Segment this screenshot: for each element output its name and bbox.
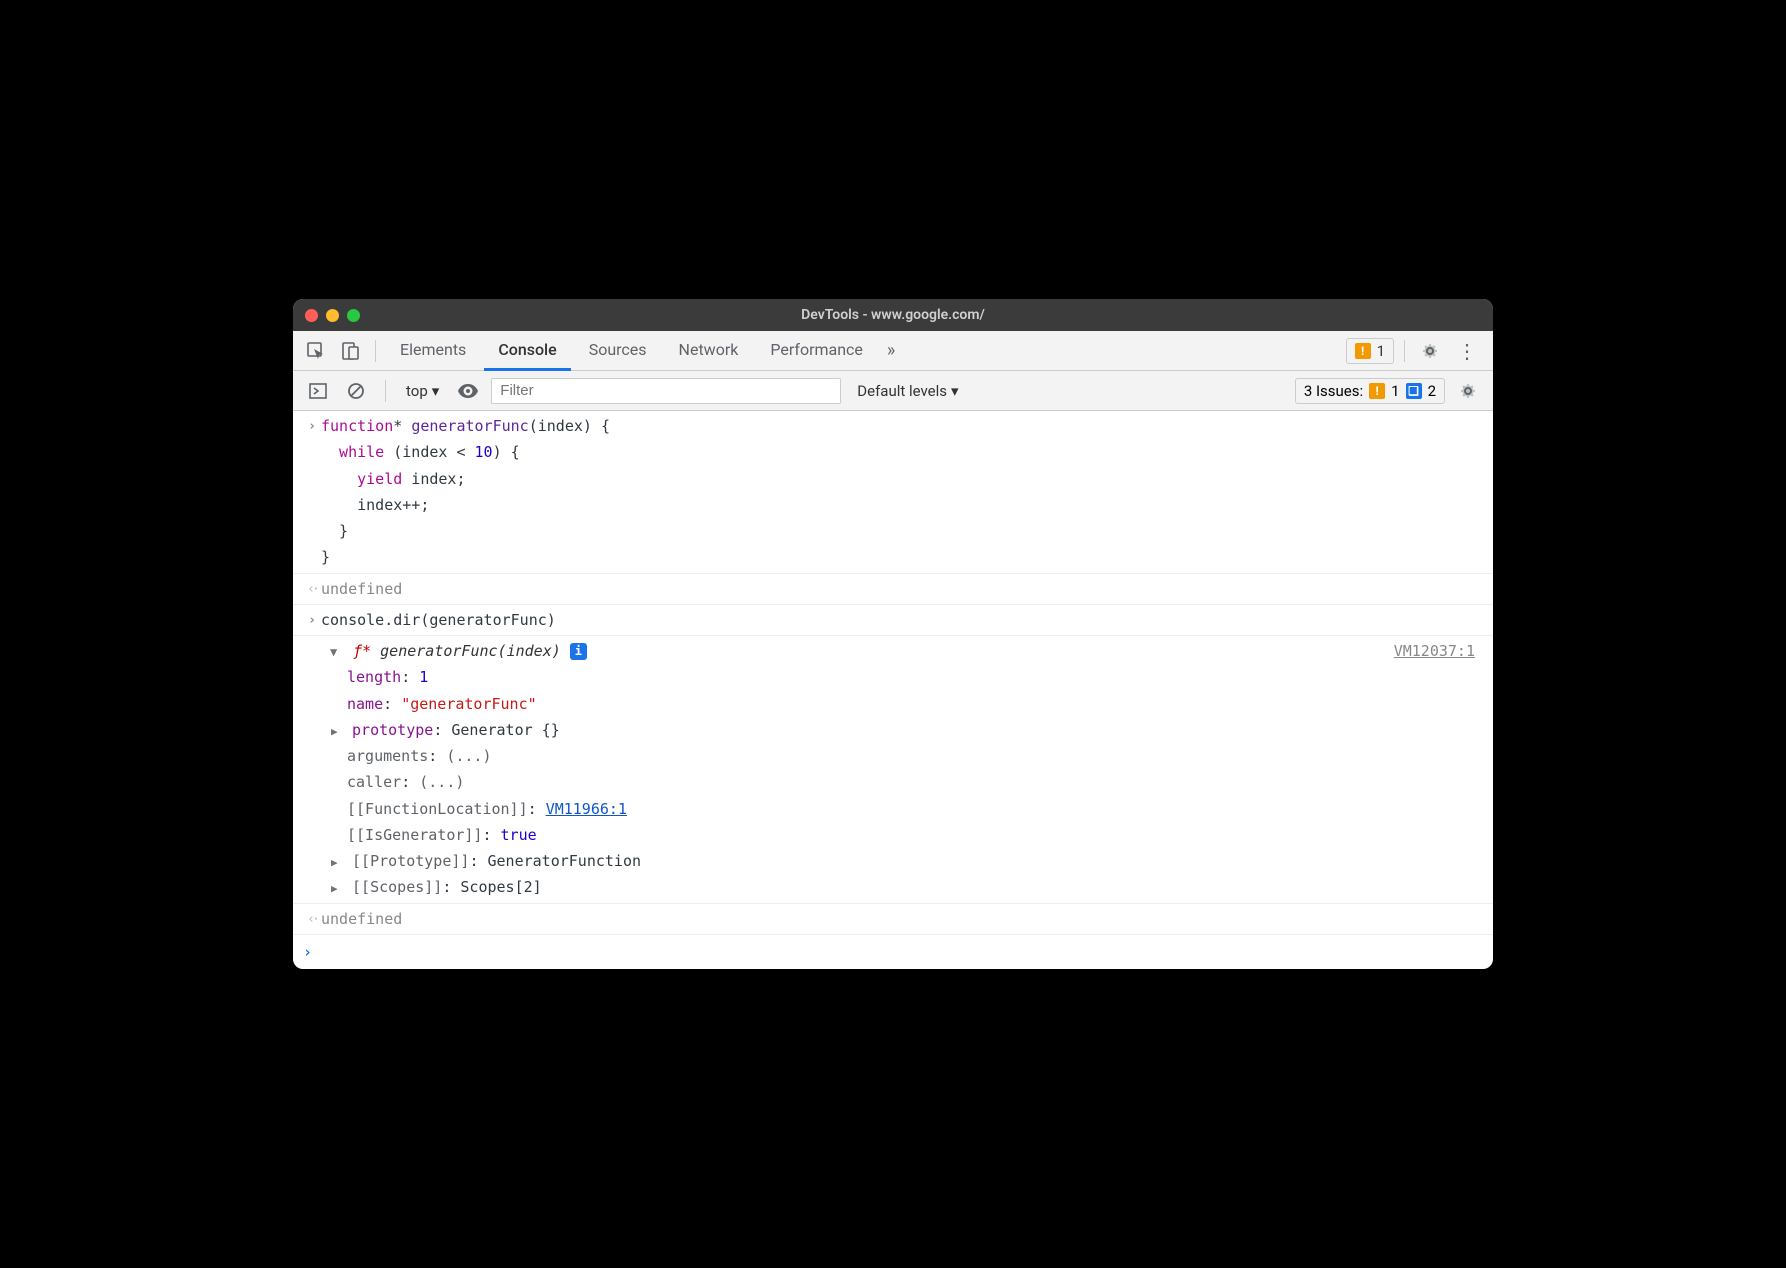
console-toolbar: top ▾ Default levels ▾ 3 Issues: ! 1 ❑ 2 xyxy=(293,371,1493,411)
property-row[interactable]: [[FunctionLocation]]: VM11966:1 xyxy=(303,796,1483,822)
console-output-row: undefined xyxy=(293,904,1493,935)
toggle-console-sidebar-icon[interactable] xyxy=(303,376,333,406)
tab-elements[interactable]: Elements xyxy=(386,331,480,371)
expand-icon[interactable]: ▶ xyxy=(331,722,343,741)
source-link[interactable]: VM11966:1 xyxy=(546,800,627,818)
property-row[interactable]: arguments: (...) xyxy=(303,743,1483,769)
input-caret-icon xyxy=(303,607,321,633)
property-row[interactable]: length: 1 xyxy=(303,664,1483,690)
separator xyxy=(385,380,386,402)
more-tabs-button[interactable]: » xyxy=(881,340,901,361)
live-expression-icon[interactable] xyxy=(453,376,483,406)
levels-label: Default levels xyxy=(857,382,947,400)
property-row[interactable]: ▶ [[Scopes]]: Scopes[2] xyxy=(303,874,1483,900)
console-input-row[interactable]: function* generatorFunc(index) { while (… xyxy=(293,411,1493,574)
chevron-down-icon: ▾ xyxy=(432,382,440,400)
filter-input[interactable] xyxy=(491,378,841,404)
input-caret-icon xyxy=(303,413,321,571)
tabbar: Elements Console Sources Network Perform… xyxy=(293,331,1493,371)
more-options-icon[interactable]: ⋮ xyxy=(1449,339,1485,363)
expand-icon[interactable]: ▶ xyxy=(331,853,343,872)
warning-icon: ! xyxy=(1355,343,1371,359)
tab-network[interactable]: Network xyxy=(665,331,753,371)
property-row[interactable]: ▶ [[Prototype]]: GeneratorFunction xyxy=(303,848,1483,874)
console-dir-output[interactable]: ▼ ƒ* generatorFunc(index) i VM12037:1 le… xyxy=(293,636,1493,904)
collapse-icon[interactable]: ▼ xyxy=(330,642,344,663)
clear-console-icon[interactable] xyxy=(341,376,371,406)
issues-label: 3 Issues: xyxy=(1304,382,1363,400)
output-caret-icon xyxy=(303,906,321,932)
device-toolbar-icon[interactable] xyxy=(335,336,365,366)
console-input-row[interactable]: console.dir(generatorFunc) xyxy=(293,605,1493,636)
context-label: top xyxy=(406,382,428,400)
titlebar: DevTools - www.google.com/ xyxy=(293,299,1493,331)
tab-sources[interactable]: Sources xyxy=(575,331,661,371)
execution-context-selector[interactable]: top ▾ xyxy=(400,382,445,400)
property-row[interactable]: name: "generatorFunc" xyxy=(303,691,1483,717)
maximize-window-button[interactable] xyxy=(347,309,360,322)
log-levels-selector[interactable]: Default levels ▾ xyxy=(849,382,966,400)
object-header[interactable]: ƒ* generatorFunc(index) xyxy=(353,642,561,660)
minimize-window-button[interactable] xyxy=(326,309,339,322)
close-window-button[interactable] xyxy=(305,309,318,322)
chevron-down-icon: ▾ xyxy=(951,382,959,400)
console-body: function* generatorFunc(index) { while (… xyxy=(293,411,1493,969)
console-prompt[interactable]: › xyxy=(293,935,1493,969)
console-output-row: undefined xyxy=(293,574,1493,605)
undefined-output: undefined xyxy=(321,576,402,602)
tab-console[interactable]: Console xyxy=(484,331,570,371)
warning-count: 1 xyxy=(1377,342,1385,360)
undefined-output: undefined xyxy=(321,906,402,932)
issues-warn-count: 1 xyxy=(1391,382,1399,400)
traffic-lights xyxy=(305,309,360,322)
expand-icon[interactable]: ▶ xyxy=(331,879,343,898)
info-icon: ❑ xyxy=(1406,383,1422,399)
separator xyxy=(375,340,376,362)
settings-icon[interactable] xyxy=(1415,336,1445,366)
property-row[interactable]: [[IsGenerator]]: true xyxy=(303,822,1483,848)
spacer xyxy=(303,653,321,656)
separator xyxy=(1404,340,1405,362)
issues-button[interactable]: 3 Issues: ! 1 ❑ 2 xyxy=(1295,378,1445,404)
devtools-window: DevTools - www.google.com/ Elements Cons… xyxy=(293,299,1493,969)
inspect-element-icon[interactable] xyxy=(301,336,331,366)
tab-performance[interactable]: Performance xyxy=(756,331,877,371)
window-title: DevTools - www.google.com/ xyxy=(801,307,985,323)
issues-info-count: 2 xyxy=(1428,382,1436,400)
warning-icon: ! xyxy=(1369,383,1385,399)
property-row[interactable]: caller: (...) xyxy=(303,769,1483,795)
code-line: console.dir(generatorFunc) xyxy=(321,607,556,633)
source-link[interactable]: VM12037:1 xyxy=(1394,642,1475,660)
info-icon[interactable]: i xyxy=(570,643,587,660)
code-block: function* generatorFunc(index) { while (… xyxy=(321,413,610,571)
property-row[interactable]: ▶ prototype: Generator {} xyxy=(303,717,1483,743)
prompt-caret-icon: › xyxy=(303,939,321,965)
output-caret-icon xyxy=(303,576,321,602)
console-settings-icon[interactable] xyxy=(1453,376,1483,406)
console-warnings-badge[interactable]: ! 1 xyxy=(1346,338,1394,364)
